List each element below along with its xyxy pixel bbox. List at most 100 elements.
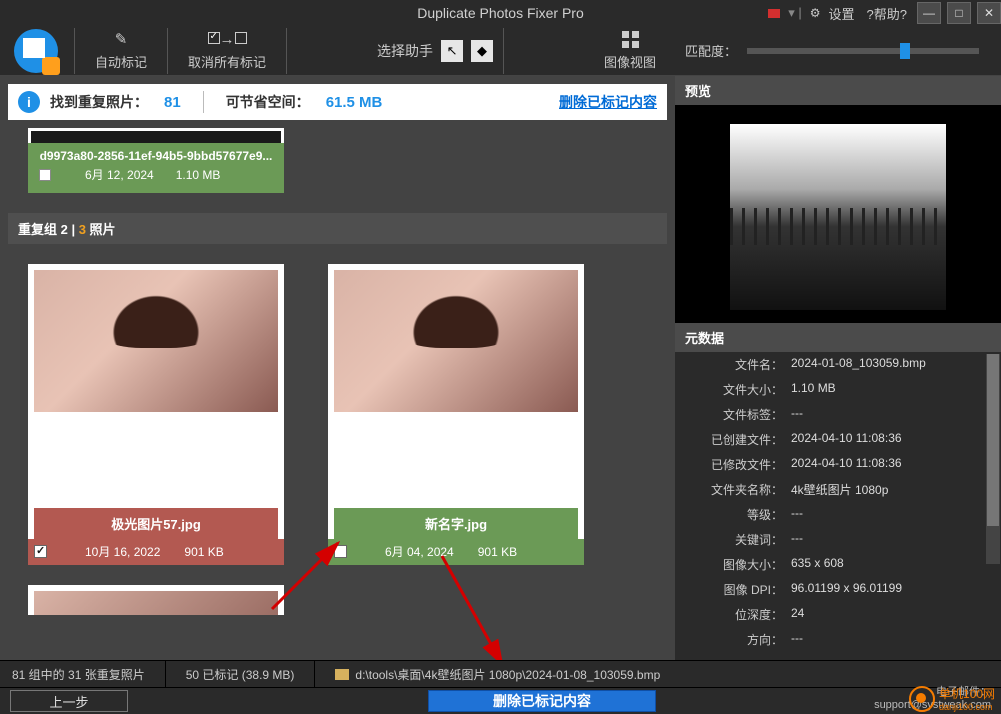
metadata-key: 文件大小： bbox=[683, 381, 791, 398]
metadata-key: 已创建文件： bbox=[683, 431, 791, 448]
save-label: 可节省空间： bbox=[226, 92, 310, 112]
item-checkbox[interactable] bbox=[34, 545, 47, 558]
auto-mark-button[interactable]: ✎ 自动标记 bbox=[85, 28, 157, 74]
app-logo bbox=[8, 27, 64, 75]
wand-icon: ✎ bbox=[115, 30, 128, 48]
metadata-value: 2024-04-10 11:08:36 bbox=[791, 456, 993, 473]
details-pane: 预览 元数据 文件名：2024-01-08_103059.bmp文件大小：1.1… bbox=[675, 76, 1001, 660]
unmark-all-button[interactable]: → 取消所有标记 bbox=[178, 28, 276, 74]
metadata-table: 文件名：2024-01-08_103059.bmp文件大小：1.10 MB文件标… bbox=[675, 352, 1001, 660]
metadata-value: --- bbox=[791, 531, 993, 548]
back-button[interactable]: 上一步 bbox=[10, 690, 128, 712]
metadata-value: 96.01199 x 96.01199 bbox=[791, 581, 993, 598]
metadata-key: 方向： bbox=[683, 631, 791, 648]
assistant-tool-2[interactable]: ◆ bbox=[471, 40, 493, 62]
assistant-tool-1[interactable]: ↖ bbox=[441, 40, 463, 62]
checkbox-icon: → bbox=[208, 31, 247, 48]
metadata-row: 文件名：2024-01-08_103059.bmp bbox=[675, 352, 1001, 377]
metadata-key: 文件标签： bbox=[683, 406, 791, 423]
item-checkbox[interactable] bbox=[334, 545, 347, 558]
group-header: 重复组 2 | 3 照片 bbox=[8, 213, 667, 244]
photo-card[interactable]: 极光图片57.jpg 10月 16, 2022 901 KB bbox=[28, 264, 284, 565]
item-size: 901 KB bbox=[184, 545, 223, 559]
help-link[interactable]: ?帮助? bbox=[863, 4, 911, 23]
metadata-row: 关键词：--- bbox=[675, 527, 1001, 552]
match-label: 匹配度： bbox=[685, 41, 737, 60]
scrollbar-thumb[interactable] bbox=[987, 354, 999, 526]
metadata-key: 文件夹名称： bbox=[683, 481, 791, 498]
previous-group-item[interactable]: d9973a80-2856-11ef-94b5-9bbd57677e9... 6… bbox=[28, 128, 284, 193]
filename: d9973a80-2856-11ef-94b5-9bbd57677e9... bbox=[33, 149, 279, 163]
item-size: 901 KB bbox=[478, 545, 517, 559]
scrollbar[interactable] bbox=[986, 354, 1000, 564]
metadata-value: 1.10 MB bbox=[791, 381, 993, 398]
thumbnail bbox=[34, 270, 278, 412]
delete-marked-button[interactable]: 删除已标记内容 bbox=[428, 690, 656, 712]
preview-box bbox=[675, 105, 1001, 323]
settings-link[interactable]: 设置 bbox=[825, 4, 859, 23]
item-checkbox[interactable] bbox=[39, 169, 51, 181]
delete-marked-link[interactable]: 删除已标记内容 bbox=[559, 92, 657, 112]
metadata-row: 已修改文件：2024-04-10 11:08:36 bbox=[675, 452, 1001, 477]
match-slider[interactable] bbox=[747, 48, 979, 54]
image-view-label: 图像视图 bbox=[604, 52, 656, 71]
metadata-row: 方向：--- bbox=[675, 627, 1001, 652]
filename: 新名字.jpg bbox=[338, 514, 574, 533]
image-view-button[interactable]: 图像视图 bbox=[594, 28, 666, 74]
minimize-button[interactable]: — bbox=[917, 2, 941, 24]
app-title: Duplicate Photos Fixer Pro bbox=[417, 5, 584, 21]
save-size: 61.5 MB bbox=[326, 94, 383, 111]
found-count: 81 bbox=[164, 94, 181, 111]
gear-icon[interactable]: ⚙ bbox=[810, 6, 821, 20]
metadata-row: 已创建文件：2024-04-10 11:08:36 bbox=[675, 427, 1001, 452]
maximize-button[interactable]: □ bbox=[947, 2, 971, 24]
photo-card[interactable]: 新名字.jpg 6月 04, 2024 901 KB bbox=[328, 264, 584, 565]
status-marked: 50 已标记 (38.9 MB) bbox=[186, 666, 295, 683]
metadata-row: 文件大小：1.10 MB bbox=[675, 377, 1001, 402]
metadata-key: 图像 DPI： bbox=[683, 581, 791, 598]
item-date: 6月 12, 2024 bbox=[85, 166, 154, 183]
watermark-icon bbox=[909, 686, 935, 712]
unmark-all-label: 取消所有标记 bbox=[188, 52, 266, 71]
thumbnail bbox=[28, 128, 284, 143]
next-group-item[interactable] bbox=[28, 585, 284, 615]
metadata-key: 关键词： bbox=[683, 531, 791, 548]
metadata-row: 文件标签：--- bbox=[675, 402, 1001, 427]
metadata-row: 等级：--- bbox=[675, 502, 1001, 527]
slider-handle[interactable] bbox=[900, 43, 910, 59]
metadata-value: 2024-01-08_103059.bmp bbox=[791, 356, 993, 373]
watermark: 单机100网 danji100.com bbox=[909, 685, 995, 712]
flag-icon[interactable] bbox=[768, 9, 780, 18]
preview-image bbox=[730, 124, 946, 310]
close-button[interactable]: ✕ bbox=[977, 2, 1001, 24]
results-pane: i 找到重复照片： 81 可节省空间： 61.5 MB 删除已标记内容 d997… bbox=[0, 76, 675, 660]
folder-icon bbox=[335, 669, 349, 680]
select-assistant-label: 选择助手 bbox=[377, 41, 433, 61]
preview-header: 预览 bbox=[675, 76, 1001, 105]
metadata-value: 2024-04-10 11:08:36 bbox=[791, 431, 993, 448]
footer-bar: 上一步 删除已标记内容 电子邮件： support@systweak.com bbox=[0, 688, 1001, 714]
titlebar: Duplicate Photos Fixer Pro ▾ | ⚙ 设置 ?帮助?… bbox=[0, 0, 1001, 26]
metadata-value: 635 x 608 bbox=[791, 556, 993, 573]
metadata-header: 元数据 bbox=[675, 323, 1001, 352]
metadata-key: 等级： bbox=[683, 506, 791, 523]
group-count: 3 bbox=[79, 222, 86, 237]
item-date: 10月 16, 2022 bbox=[85, 543, 160, 560]
metadata-row: 位深度：24 bbox=[675, 602, 1001, 627]
item-size: 1.10 MB bbox=[176, 168, 221, 182]
metadata-key: 图像大小： bbox=[683, 556, 791, 573]
summary-bar: i 找到重复照片： 81 可节省空间： 61.5 MB 删除已标记内容 bbox=[8, 84, 667, 120]
metadata-row: 文件夹名称：4k壁纸图片 1080p bbox=[675, 477, 1001, 502]
metadata-value: --- bbox=[791, 631, 993, 648]
status-path: d:\tools\桌面\4k壁纸图片 1080p\2024-01-08_1030… bbox=[355, 666, 660, 683]
item-date: 6月 04, 2024 bbox=[385, 543, 454, 560]
metadata-row: 图像大小：635 x 608 bbox=[675, 552, 1001, 577]
filename: 极光图片57.jpg bbox=[38, 514, 274, 533]
metadata-key: 已修改文件： bbox=[683, 456, 791, 473]
metadata-value: 4k壁纸图片 1080p bbox=[791, 481, 993, 498]
info-icon: i bbox=[18, 91, 40, 113]
metadata-key: 文件名： bbox=[683, 356, 791, 373]
status-groups: 81 组中的 31 张重复照片 bbox=[12, 666, 145, 683]
match-panel: 匹配度： bbox=[675, 26, 1001, 76]
status-bar: 81 组中的 31 张重复照片 50 已标记 (38.9 MB) d:\tool… bbox=[0, 660, 1001, 688]
